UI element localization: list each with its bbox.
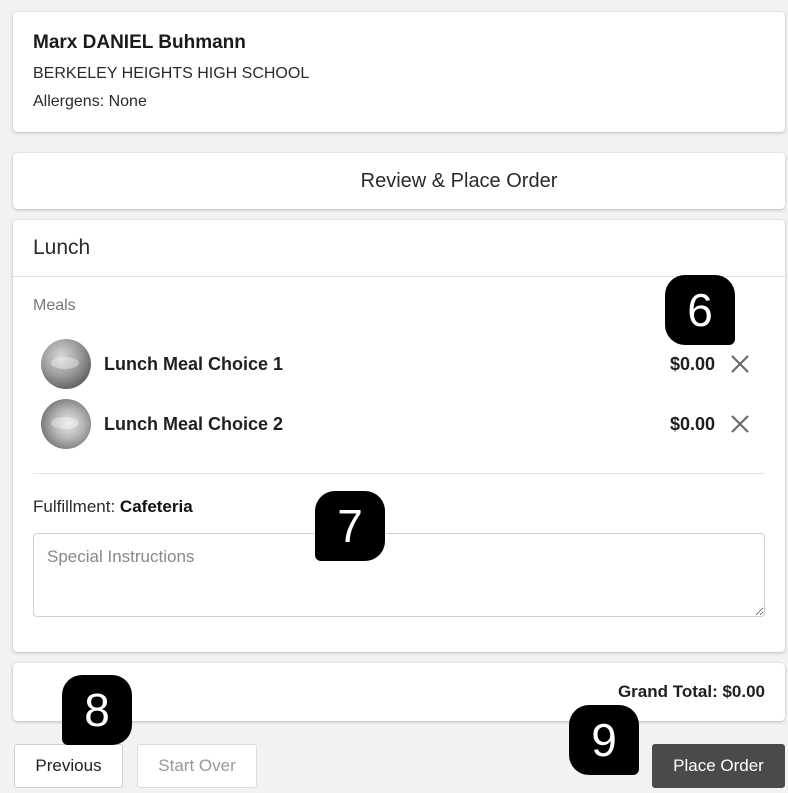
previous-button[interactable]: Previous [14, 744, 123, 788]
fulfillment-value: Cafeteria [119, 497, 193, 516]
meal-price: $0.00 [669, 353, 715, 374]
meals-label: Meals [33, 297, 76, 314]
remove-meal-button[interactable] [715, 344, 765, 384]
special-instructions-input[interactable] [33, 533, 765, 617]
lunch-title: Lunch [33, 236, 91, 259]
close-icon [731, 355, 749, 373]
callout-badge: 9 [569, 705, 639, 775]
meal-row: Lunch Meal Choice 1 $0.00 [41, 337, 765, 391]
review-header: Review & Place Order [13, 153, 785, 209]
meal-row: Lunch Meal Choice 2 $0.00 [41, 397, 765, 451]
fulfillment: Fulfillment: Cafeteria [33, 497, 193, 517]
callout-badge: 6 [665, 275, 735, 345]
student-info-card: Marx DANIEL Buhmann BERKELEY HEIGHTS HIG… [13, 12, 785, 132]
fulfillment-label: Fulfillment: [33, 497, 116, 516]
callout-badge: 7 [315, 491, 385, 561]
start-over-button[interactable]: Start Over [137, 744, 257, 788]
grand-total: Grand Total: $0.00 [617, 682, 765, 701]
remove-meal-button[interactable] [715, 404, 765, 444]
place-order-button[interactable]: Place Order [652, 744, 785, 788]
food-thumbnail-icon [41, 339, 91, 389]
meal-name: Lunch Meal Choice 1 [104, 353, 284, 374]
meal-price: $0.00 [669, 413, 715, 434]
lunch-header: Lunch [13, 220, 785, 277]
divider [33, 473, 765, 474]
food-thumbnail-icon [41, 399, 91, 449]
close-icon [731, 415, 749, 433]
page-title: Review & Place Order [360, 169, 558, 192]
meal-name: Lunch Meal Choice 2 [104, 413, 284, 434]
student-school: BERKELEY HEIGHTS HIGH SCHOOL [33, 65, 310, 82]
student-name: Marx DANIEL Buhmann [33, 32, 246, 53]
student-allergens: Allergens: None [33, 93, 147, 110]
callout-badge: 8 [62, 675, 132, 745]
